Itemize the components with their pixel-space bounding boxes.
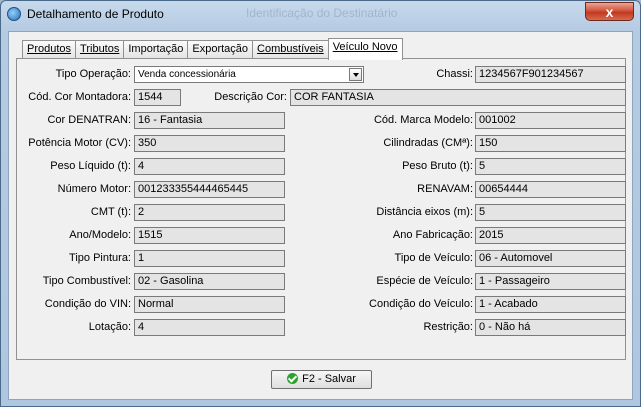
- especie-veiculo-field[interactable]: 1 - Passageiro: [475, 273, 626, 290]
- ano-fabricacao-field[interactable]: 2015: [475, 227, 626, 244]
- close-icon: x: [605, 4, 614, 20]
- tipo-operacao-value: Venda concessionária: [138, 69, 236, 80]
- cod-cor-montadora-label: Cód. Cor Montadora:: [28, 91, 131, 103]
- chassi-label: Chassi:: [436, 68, 473, 80]
- veiculo-novo-panel: Tipo Operação: Venda concessionária Chas…: [16, 58, 626, 360]
- cor-denatran-label: Cor DENATRAN:: [47, 114, 131, 126]
- tab-strip: Produtos Tributos Importação Exportação …: [22, 38, 403, 60]
- chevron-down-icon[interactable]: [349, 68, 362, 81]
- descricao-cor-label: Descrição Cor:: [214, 91, 287, 103]
- tab-combustiveis[interactable]: Combustíveis: [252, 40, 329, 59]
- renavam-field[interactable]: 00654444: [475, 181, 626, 198]
- peso-bruto-label: Peso Bruto (t):: [402, 160, 473, 172]
- tipo-pintura-field[interactable]: 1: [134, 250, 285, 267]
- tipo-operacao-label: Tipo Operação:: [55, 68, 131, 80]
- product-detail-window: Detalhamento de Produto Identificação do…: [0, 0, 641, 407]
- condicao-veiculo-label: Condição do Veículo:: [369, 298, 473, 310]
- descricao-cor-field[interactable]: COR FANTASIA: [290, 89, 626, 106]
- tipo-pintura-label: Tipo Pintura:: [69, 252, 131, 264]
- tab-exportacao[interactable]: Exportação: [187, 40, 254, 59]
- peso-liquido-label: Peso Líquido (t):: [50, 160, 131, 172]
- ano-modelo-label: Ano/Modelo:: [69, 229, 131, 241]
- numero-motor-label: Número Motor:: [57, 183, 131, 195]
- potencia-motor-field[interactable]: 350: [134, 135, 285, 152]
- tipo-operacao-select[interactable]: Venda concessionária: [134, 66, 364, 83]
- cilindradas-field[interactable]: 150: [475, 135, 626, 152]
- numero-motor-field[interactable]: 001233355444465445: [134, 181, 285, 198]
- peso-bruto-field[interactable]: 5: [475, 158, 626, 175]
- ano-modelo-field[interactable]: 1515: [134, 227, 285, 244]
- dialog-body: Produtos Tributos Importação Exportação …: [8, 31, 633, 400]
- distancia-eixos-field[interactable]: 5: [475, 204, 626, 221]
- restricao-field[interactable]: 0 - Não há: [475, 319, 626, 336]
- potencia-motor-label: Potência Motor (CV):: [28, 137, 131, 149]
- cod-marca-modelo-label: Cód. Marca Modelo:: [373, 114, 473, 126]
- tab-produtos[interactable]: Produtos: [22, 40, 77, 59]
- lotacao-field[interactable]: 4: [134, 319, 285, 336]
- tab-tributos[interactable]: Tributos: [75, 40, 125, 59]
- cod-marca-modelo-field[interactable]: 001002: [475, 112, 626, 129]
- background-window-title: Identificação do Destinatário: [246, 6, 398, 20]
- cor-denatran-field[interactable]: 16 - Fantasia: [134, 112, 285, 129]
- tipo-combustivel-label: Tipo Combustível:: [42, 275, 131, 287]
- title-bar[interactable]: Detalhamento de Produto Identificação do…: [1, 1, 640, 27]
- restricao-label: Restrição:: [423, 321, 473, 333]
- especie-veiculo-label: Espécie de Veículo:: [376, 275, 473, 287]
- chassi-field[interactable]: 1234567F901234567: [475, 66, 626, 83]
- window-title: Detalhamento de Produto: [27, 7, 164, 21]
- cod-cor-montadora-field[interactable]: 1544: [134, 89, 181, 106]
- lotacao-label: Lotação:: [88, 321, 131, 333]
- tab-veiculo-novo[interactable]: Veículo Novo: [327, 38, 403, 60]
- tab-importacao[interactable]: Importação: [123, 40, 189, 59]
- tipo-veiculo-label: Tipo de Veículo:: [394, 252, 473, 264]
- cmt-field[interactable]: 2: [134, 204, 285, 221]
- condicao-veiculo-field[interactable]: 1 - Acabado: [475, 296, 626, 313]
- tipo-combustivel-field[interactable]: 02 - Gasolina: [134, 273, 285, 290]
- condicao-vin-label: Condição do VIN:: [44, 298, 131, 310]
- peso-liquido-field[interactable]: 4: [134, 158, 285, 175]
- close-button[interactable]: x: [585, 2, 634, 21]
- save-button[interactable]: F2 - Salvar: [271, 370, 372, 389]
- condicao-vin-field[interactable]: Normal: [134, 296, 285, 313]
- cilindradas-label: Cilindradas (CMª):: [383, 137, 473, 149]
- save-button-label: F2 - Salvar: [302, 373, 356, 385]
- check-circle-icon: [287, 373, 299, 384]
- distancia-eixos-label: Distância eixos (m):: [376, 206, 473, 218]
- app-icon: [7, 7, 21, 21]
- cmt-label: CMT (t):: [90, 206, 131, 218]
- ano-fabricacao-label: Ano Fabricação:: [392, 229, 473, 241]
- tipo-veiculo-field[interactable]: 06 - Automovel: [475, 250, 626, 267]
- renavam-label: RENAVAM:: [417, 183, 473, 195]
